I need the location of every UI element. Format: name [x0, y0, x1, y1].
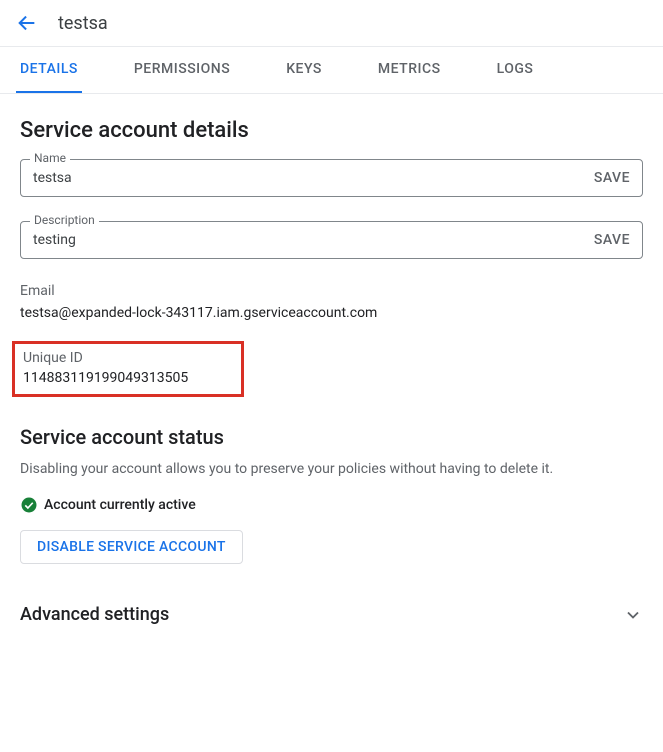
back-arrow-icon[interactable] [16, 12, 38, 34]
description-field[interactable]: testing SAVE [20, 221, 643, 259]
tab-keys[interactable]: KEYS [282, 47, 326, 93]
disable-service-account-button[interactable]: DISABLE SERVICE ACCOUNT [20, 530, 243, 564]
name-field-wrapper: Name testsa SAVE [20, 159, 643, 197]
email-field: Email testsa@expanded-lock-343117.iam.gs… [20, 283, 643, 321]
page-header: testsa [0, 0, 663, 47]
details-section-title: Service account details [20, 118, 643, 143]
unique-id-label: Unique ID [23, 350, 233, 366]
description-label: Description [30, 213, 99, 227]
tabs-bar: DETAILS PERMISSIONS KEYS METRICS LOGS [0, 47, 663, 94]
description-save-button[interactable]: SAVE [594, 232, 630, 248]
email-label: Email [20, 283, 643, 299]
status-active-text: Account currently active [44, 497, 196, 513]
check-circle-icon [20, 496, 38, 514]
unique-id-highlight: Unique ID 114883119199049313505 [12, 341, 244, 397]
status-title: Service account status [20, 425, 643, 449]
unique-id-value: 114883119199049313505 [23, 370, 233, 386]
tab-details[interactable]: DETAILS [16, 47, 82, 93]
name-value: testsa [33, 170, 594, 186]
description-field-wrapper: Description testing SAVE [20, 221, 643, 259]
name-field[interactable]: testsa SAVE [20, 159, 643, 197]
chevron-down-icon [623, 605, 643, 625]
content-area: Service account details Name testsa SAVE… [0, 94, 663, 649]
page-title: testsa [58, 13, 108, 34]
description-value: testing [33, 232, 594, 248]
tab-permissions[interactable]: PERMISSIONS [130, 47, 234, 93]
advanced-settings-toggle[interactable]: Advanced settings [20, 604, 643, 625]
tab-metrics[interactable]: METRICS [374, 47, 445, 93]
name-save-button[interactable]: SAVE [594, 170, 630, 186]
email-value: testsa@expanded-lock-343117.iam.gservice… [20, 305, 643, 321]
tab-logs[interactable]: LOGS [493, 47, 538, 93]
status-description: Disabling your account allows you to pre… [20, 459, 643, 480]
status-indicator: Account currently active [20, 496, 643, 514]
status-section: Service account status Disabling your ac… [20, 425, 643, 564]
name-label: Name [30, 151, 70, 165]
advanced-settings-title: Advanced settings [20, 604, 169, 625]
